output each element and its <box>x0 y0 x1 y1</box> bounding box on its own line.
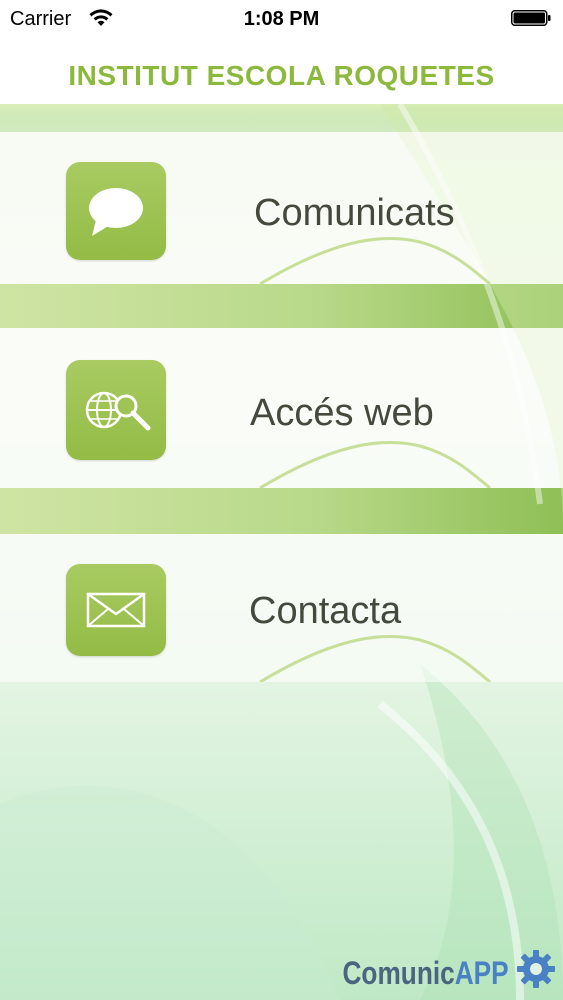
speech-bubble-icon <box>89 188 143 236</box>
gear-icon <box>517 950 555 988</box>
main-background: Comunicats Accés web Contacta <box>0 104 563 1000</box>
brand-prefix: Comunic <box>342 955 456 991</box>
menu-item-contacta[interactable]: Contacta <box>0 534 563 682</box>
menu-item-acces-web[interactable]: Accés web <box>0 328 563 488</box>
envelope-icon <box>86 592 146 628</box>
page-title: INSTITUT ESCOLA ROQUETES <box>68 60 495 91</box>
brand-logo: ComunicAPP <box>343 948 557 992</box>
status-bar: Carrier 1:08 PM <box>0 0 563 40</box>
menu-item-label-comunicats: Comunicats <box>254 192 455 234</box>
comunicats-icon-tile <box>66 162 166 260</box>
brand-wordmark: ComunicAPP <box>343 955 509 992</box>
brand-suffix: APP <box>455 955 509 991</box>
battery-icon <box>511 10 551 26</box>
clock-time: 1:08 PM <box>243 8 320 30</box>
acces-web-icon-tile <box>66 360 166 460</box>
app-header: INSTITUT ESCOLA ROQUETES <box>0 40 563 104</box>
menu-item-comunicats[interactable]: Comunicats <box>0 132 563 284</box>
contacta-icon-tile <box>66 564 166 656</box>
globe-search-icon <box>85 391 151 431</box>
menu-item-label-acces-web: Accés web <box>250 392 434 434</box>
menu-item-label-contacta: Contacta <box>249 590 402 632</box>
